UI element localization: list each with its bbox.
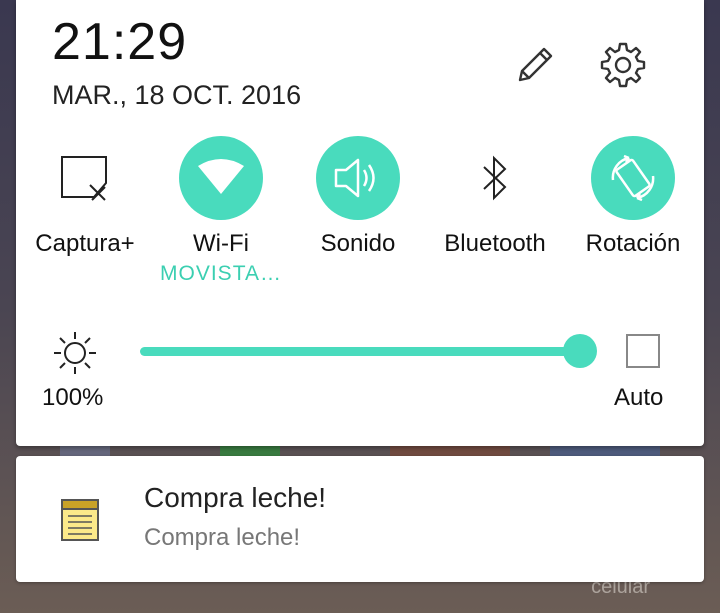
brightness-sun-icon	[52, 330, 98, 376]
toggle-label: Captura+	[35, 230, 135, 257]
date-label: MAR., 18 OCT. 2016	[52, 80, 302, 110]
quick-settings-panel: 21:29 MAR., 18 OCT. 2016 Captura+ Wi-Fi …	[16, 0, 704, 446]
bluetooth-icon	[453, 136, 537, 220]
notification-card[interactable]: Compra leche! Compra leche!	[16, 456, 704, 582]
brightness-slider-thumb[interactable]	[563, 334, 597, 368]
wifi-network-name: MOVISTA…	[160, 262, 282, 285]
brightness-slider-track[interactable]	[140, 347, 580, 356]
speaker-icon	[316, 136, 400, 220]
auto-brightness-checkbox[interactable]	[626, 334, 660, 368]
toggle-sound[interactable]: Sonido	[293, 136, 423, 258]
rotation-icon	[591, 136, 675, 220]
wifi-icon	[179, 136, 263, 220]
gear-icon[interactable]	[598, 40, 648, 90]
toggle-label: Wi-Fi	[193, 230, 249, 257]
toggle-wifi[interactable]: Wi-Fi MOVISTA…	[156, 136, 286, 286]
notification-text: Compra leche!	[144, 524, 301, 551]
brightness-value: 100%	[42, 384, 104, 411]
toggle-label: Sonido	[320, 230, 396, 257]
toggle-label: Rotación	[585, 230, 681, 257]
capture-plus-icon	[43, 136, 127, 220]
toggle-rotation[interactable]: Rotación	[568, 136, 698, 258]
toggle-label: Bluetooth	[444, 230, 546, 257]
clock-time: 21:29	[52, 13, 188, 71]
notepad-icon	[60, 498, 100, 542]
notification-title: Compra leche!	[144, 482, 327, 513]
edit-pencil-icon[interactable]	[510, 40, 560, 90]
toggle-bluetooth[interactable]: Bluetooth	[430, 136, 560, 258]
toggle-capture-plus[interactable]: Captura+	[20, 136, 150, 258]
auto-brightness-label: Auto	[614, 384, 664, 411]
